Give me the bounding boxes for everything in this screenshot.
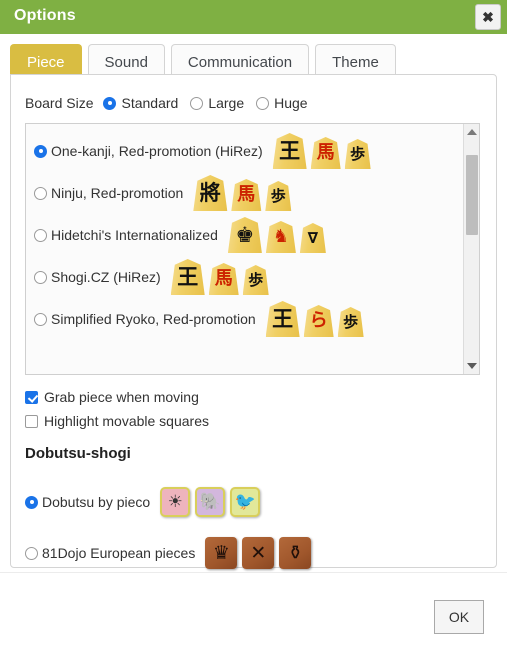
checkbox-label: Highlight movable squares [44, 413, 209, 429]
checkbox-icon[interactable] [25, 414, 38, 428]
piece-style-label: Simplified Ryoko, Red-promotion [51, 311, 256, 327]
scroll-down-button[interactable] [464, 358, 479, 374]
crossed-arrows-tile: ✕ [242, 537, 275, 569]
radio-icon[interactable] [25, 546, 38, 560]
scroll-up-button[interactable] [464, 124, 479, 140]
radio-icon[interactable] [34, 186, 47, 200]
piece-preview-set: ♚ ♞ ∇ [227, 217, 330, 253]
radio-icon[interactable] [34, 228, 47, 242]
shogi-piece-icon: ♞ [265, 221, 296, 253]
shogi-piece-icon: 王 [170, 259, 205, 295]
radio-icon[interactable] [34, 270, 47, 284]
shogi-piece-icon: 王 [265, 301, 300, 337]
piece-preview-set: 將馬歩 [193, 175, 295, 211]
radio-icon[interactable] [103, 96, 117, 110]
piece-style-label: Shogi.CZ (HiRez) [51, 269, 161, 285]
lion-tile: ☀ [160, 487, 191, 517]
dialog-title: Options [14, 7, 76, 24]
shogi-piece-icon: 歩 [337, 307, 364, 337]
shogi-piece-icon: 馬 [231, 179, 262, 211]
board-size-option-label: Huge [274, 95, 308, 111]
dobutsu-preview-set: ♛ ✕ ⚱ [205, 537, 316, 569]
dobutsu-preview-set: ☀ 🐘 🐦 [160, 487, 265, 517]
piece-style-row[interactable]: Simplified Ryoko, Red-promotion 王ら歩 [34, 298, 368, 340]
dobutsu-option-label: Dobutsu by pieco [42, 494, 151, 510]
piece-style-list: One-kanji, Red-promotion (HiRez) 王馬歩 Ninju… [26, 124, 464, 374]
shogi-piece-icon: ♚ [227, 217, 262, 253]
scroll-up-arrow-icon [467, 129, 477, 135]
dobutsu-option-row[interactable]: Dobutsu by pieco ☀ 🐘 🐦 [25, 487, 265, 517]
shogi-piece-icon: ∇ [299, 223, 326, 253]
dobutsu-option-row[interactable]: 81Dojo European pieces ♛ ✕ ⚱ [25, 537, 316, 569]
board-size-option-label: Large [208, 95, 245, 111]
piece-settings-panel: Board Size Standard Large Huge One-kanji, … [10, 74, 497, 569]
dialog-title-bar: Options ✖ [0, 0, 507, 34]
scroll-down-arrow-icon [467, 363, 477, 369]
piece-preview-set: 王馬歩 [272, 133, 375, 169]
dobutsu-heading: Dobutsu-shogi [25, 445, 131, 462]
board-size-option-large[interactable]: Large [190, 95, 244, 111]
piece-style-label: One-kanji, Red-promotion (HiRez) [51, 143, 263, 159]
radio-icon[interactable] [34, 312, 47, 326]
checkbox-label: Grab piece when moving [44, 389, 199, 405]
piece-style-row[interactable]: Ninju, Red-promotion 將馬歩 [34, 172, 295, 214]
shogi-piece-icon: 歩 [242, 265, 269, 295]
board-size-option-huge[interactable]: Huge [256, 95, 308, 111]
shogi-piece-icon: 馬 [310, 137, 341, 169]
piece-style-label: Ninju, Red-promotion [51, 185, 184, 201]
checkbox-icon[interactable] [25, 390, 38, 404]
piece-style-row[interactable]: Hidetchi's Internationalized ♚ ♞ ∇ [34, 214, 330, 256]
radio-icon[interactable] [256, 96, 270, 110]
shogi-piece-icon: 馬 [208, 263, 239, 295]
chick-tile: 🐦 [230, 487, 261, 517]
radio-icon[interactable] [25, 495, 38, 509]
close-button[interactable]: ✖ [475, 4, 501, 30]
piece-style-listbox[interactable]: One-kanji, Red-promotion (HiRez) 王馬歩 Ninju… [25, 123, 480, 375]
board-size-group: Board Size Standard Large Huge [25, 95, 320, 111]
elephant-tile: 🐘 [195, 487, 226, 517]
checkbox-row[interactable]: Highlight movable squares [25, 413, 209, 429]
shogi-piece-icon: 歩 [344, 139, 371, 169]
dobutsu-option-label: 81Dojo European pieces [42, 545, 196, 561]
ok-button[interactable]: OK [434, 600, 484, 634]
scrollbar-thumb[interactable] [466, 155, 478, 235]
eagle-tile: ⚱ [279, 537, 312, 569]
checkbox-row[interactable]: Grab piece when moving [25, 389, 199, 405]
board-size-option-label: Standard [121, 95, 179, 111]
shogi-piece-icon: ら [303, 305, 334, 337]
listbox-scrollbar[interactable] [463, 124, 479, 374]
board-size-options: Standard Large Huge [103, 95, 319, 111]
board-size-option-standard[interactable]: Standard [103, 95, 178, 111]
piece-style-label: Hidetchi's Internationalized [51, 227, 218, 243]
shogi-piece-icon: 將 [193, 175, 228, 211]
radio-icon[interactable] [190, 96, 204, 110]
shogi-piece-icon: 王 [272, 133, 307, 169]
close-icon: ✖ [482, 9, 494, 25]
dialog-footer: OK [0, 572, 507, 647]
crown-tile: ♛ [205, 537, 238, 569]
piece-style-row[interactable]: Shogi.CZ (HiRez) 王馬歩 [34, 256, 273, 298]
shogi-piece-icon: 歩 [265, 181, 292, 211]
radio-icon[interactable] [34, 144, 47, 158]
piece-style-row[interactable]: One-kanji, Red-promotion (HiRez) 王馬歩 [34, 130, 375, 172]
board-size-label: Board Size [25, 95, 94, 111]
piece-preview-set: 王ら歩 [265, 301, 368, 337]
piece-preview-set: 王馬歩 [170, 259, 273, 295]
